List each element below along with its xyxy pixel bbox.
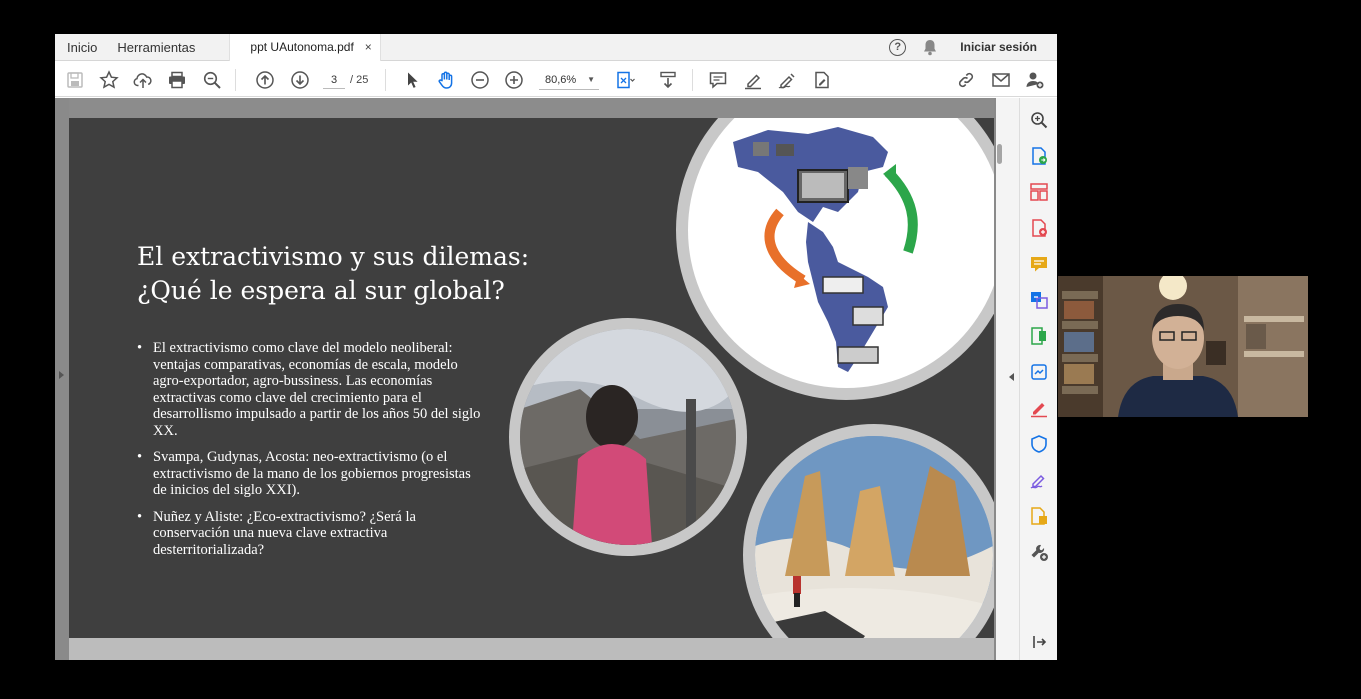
zoom-select[interactable]: 80,6% ▼	[539, 70, 599, 90]
toolbar-separator	[385, 69, 386, 91]
search-zoom-icon[interactable]	[202, 70, 222, 90]
highlight-icon[interactable]	[743, 70, 763, 90]
toolbar-separator	[235, 69, 236, 91]
print-icon[interactable]	[167, 70, 187, 90]
scan-enhance-icon[interactable]	[1029, 362, 1049, 382]
toolbar: 3 / 25 80,6% ▼	[55, 62, 1057, 97]
link-icon[interactable]	[956, 70, 976, 90]
webcam-illustration	[1058, 276, 1308, 417]
mountains-photo-illustration	[755, 436, 993, 638]
pdf-page-slide: El extractivismo y sus dilemas: ¿Qué le …	[69, 118, 994, 638]
signature-icon[interactable]	[1029, 470, 1049, 490]
menu-herramientas[interactable]: Herramientas	[107, 34, 205, 61]
mail-icon[interactable]	[991, 70, 1011, 90]
edit-pdf-icon[interactable]	[1029, 326, 1049, 346]
page-down-icon[interactable]	[290, 70, 310, 90]
fill-sign-tool-icon[interactable]	[1029, 398, 1049, 418]
menu-bar: Inicio Herramientas ppt UAutonoma.pdf × …	[55, 34, 1057, 61]
slide-bullet: Nuñez y Aliste: ¿Eco-extractivismo? ¿Ser…	[135, 509, 485, 559]
slide-title-line1: El extractivismo y sus dilemas:	[137, 242, 530, 271]
star-icon[interactable]	[99, 70, 119, 90]
pointer-icon[interactable]	[402, 70, 422, 90]
help-icon[interactable]: ?	[889, 38, 907, 56]
scrollbar-thumb[interactable]	[997, 144, 1002, 164]
next-page-edge	[69, 638, 994, 660]
webcam-video	[1058, 276, 1308, 417]
zoom-value: 80,6%	[545, 74, 577, 86]
slide-title-line2: ¿Qué le espera al sur global?	[137, 276, 505, 305]
pdf-reader-window: Inicio Herramientas ppt UAutonoma.pdf × …	[55, 34, 1057, 660]
add-user-icon[interactable]	[1025, 70, 1045, 90]
americas-map-image	[688, 118, 994, 388]
menu-inicio[interactable]: Inicio	[55, 34, 107, 61]
americas-map-illustration	[733, 127, 918, 372]
signin-button[interactable]: Iniciar sesión	[960, 40, 1037, 54]
mountains-photo-circle	[743, 424, 994, 638]
scroll-mode-icon[interactable]	[658, 70, 678, 90]
hand-icon[interactable]	[436, 70, 456, 90]
slide-title: El extractivismo y sus dilemas: ¿Qué le …	[137, 240, 577, 308]
comment-tool-icon[interactable]	[1029, 254, 1049, 274]
page-total: / 25	[350, 74, 369, 86]
tools-pane	[1019, 98, 1057, 660]
right-pane-toggle-icon[interactable]	[1008, 372, 1016, 382]
americas-map-circle	[676, 118, 994, 400]
combine-files-icon[interactable]	[1029, 290, 1049, 310]
tab-close-icon[interactable]: ×	[365, 34, 372, 61]
slide-bullet: Svampa, Gudynas, Acosta: neo-extractivis…	[135, 449, 485, 499]
fill-sign-icon[interactable]	[812, 70, 832, 90]
more-tools-icon[interactable]	[1029, 542, 1049, 562]
export-pdf-icon[interactable]	[1029, 146, 1049, 166]
previous-page-edge	[69, 98, 994, 118]
sign-icon[interactable]	[777, 70, 797, 90]
girl-photo-illustration	[520, 329, 736, 545]
slide-bullet: El extractivismo como clave del modelo n…	[135, 340, 485, 439]
document-tab[interactable]: ppt UAutonoma.pdf ×	[229, 34, 381, 61]
girl-photo-circle	[509, 318, 747, 556]
toolbar-separator	[692, 69, 693, 91]
comment-icon[interactable]	[708, 70, 728, 90]
zoom-in-icon[interactable]	[504, 70, 524, 90]
left-pane-toggle-icon[interactable]	[57, 370, 65, 380]
create-pdf-icon[interactable]	[1029, 218, 1049, 238]
zoom-tool-icon[interactable]	[1029, 110, 1049, 130]
upload-icon[interactable]	[133, 70, 153, 90]
slide-bullet-list: El extractivismo como clave del modelo n…	[135, 340, 485, 568]
mountains-photo	[755, 436, 993, 638]
document-viewport[interactable]: El extractivismo y sus dilemas: ¿Qué le …	[55, 98, 1019, 660]
zoom-out-icon[interactable]	[470, 70, 490, 90]
compare-icon[interactable]	[1029, 506, 1049, 526]
page-number-input[interactable]: 3	[323, 71, 345, 89]
document-tab-title: ppt UAutonoma.pdf	[250, 39, 354, 54]
organize-pages-icon[interactable]	[1029, 182, 1049, 202]
collapse-pane-icon[interactable]	[1029, 632, 1049, 652]
chevron-down-icon: ▼	[587, 75, 595, 84]
protect-icon[interactable]	[1029, 434, 1049, 454]
page-up-icon[interactable]	[255, 70, 275, 90]
girl-photo	[520, 329, 736, 545]
bell-icon[interactable]	[922, 39, 938, 56]
fit-page-icon[interactable]	[615, 70, 635, 90]
save-icon[interactable]	[65, 70, 85, 90]
menubar-right: ? Iniciar sesión	[889, 34, 1057, 61]
